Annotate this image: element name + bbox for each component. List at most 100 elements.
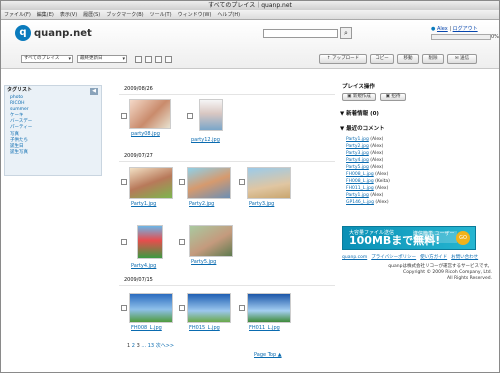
menu-edit[interactable]: 編集(E) [34, 10, 57, 20]
photo-filename[interactable]: party08.jpg [131, 131, 160, 138]
detail-view-icon[interactable] [145, 56, 152, 63]
collapse-icon[interactable]: ◀ [90, 88, 98, 95]
select-checkbox[interactable] [239, 305, 245, 311]
photo-thumbnail[interactable] [187, 293, 231, 323]
select-checkbox[interactable] [121, 305, 127, 311]
select-checkbox[interactable] [179, 239, 185, 245]
menu-view[interactable]: 表示(V) [57, 10, 80, 20]
comment-file-link[interactable]: FH008_L.jpg [346, 179, 374, 184]
delete-button[interactable]: 削除 [422, 54, 444, 64]
pagination: 1 2 3 ... 13 次へ>> [127, 343, 174, 350]
menu-tools[interactable]: ツール(T) [147, 10, 175, 20]
photo-filename[interactable]: FH015_L.jpg [189, 325, 220, 332]
photo-filename[interactable]: Party3.jpg [249, 201, 274, 208]
select-checkbox[interactable] [121, 239, 127, 245]
photo-thumbnail[interactable] [129, 293, 173, 323]
menu-file[interactable]: ファイル(F) [1, 10, 34, 20]
tag-link[interactable]: パーティー [10, 125, 32, 130]
comment-file-link[interactable]: Party1.jpg [346, 137, 369, 142]
large-view-icon[interactable] [165, 56, 172, 63]
list-view-icon[interactable] [135, 56, 142, 63]
comment-file-link[interactable]: FH008_L.jpg [346, 172, 374, 177]
tag-link[interactable]: photo [10, 95, 23, 100]
comment-file-link[interactable]: Party3.jpg [346, 151, 369, 156]
tag-link[interactable]: 誕生日 [10, 144, 24, 149]
footer-link[interactable]: quanp.com [342, 255, 367, 260]
recent-comments-title[interactable]: ▼ 最近のコメント [340, 125, 385, 133]
next-page-link[interactable]: 次へ>> [156, 343, 174, 349]
photo-thumbnail[interactable] [187, 167, 231, 199]
comment-file-link[interactable]: Party5.jpg [346, 165, 369, 170]
menu-bar: ファイル(F) 編集(E) 表示(V) 履歴(S) ブックマーク(B) ツール(T) ウィン… [1, 10, 499, 20]
copy-button[interactable]: コピー [370, 54, 394, 64]
user-link[interactable]: Alex [437, 26, 448, 32]
photo-thumbnail[interactable] [129, 99, 171, 129]
photo-filename[interactable]: Party5.jpg [191, 259, 216, 266]
comment-file-link[interactable]: Party1.jpg [346, 193, 369, 198]
photo-thumbnail[interactable] [247, 293, 291, 323]
upload-button[interactable]: ↑ アップロード [319, 54, 367, 64]
tag-link[interactable]: ケーキ [10, 113, 24, 118]
move-button[interactable]: 移動 [397, 54, 419, 64]
select-checkbox[interactable] [239, 179, 245, 185]
comment-file-link[interactable]: Party4.jpg [346, 158, 369, 163]
new-place-button[interactable]: ▣ 新規作成 [342, 93, 376, 101]
footer-link[interactable]: 使い方ガイド [420, 255, 447, 260]
comment-file-link[interactable]: FH011_L.jpg [346, 186, 374, 191]
page-top-link[interactable]: Page Top ▲ [254, 352, 282, 359]
comment-item: GP146_L.jpg (Alex) [346, 200, 389, 205]
photo-filename[interactable]: Party4.jpg [131, 263, 156, 270]
site-logo[interactable]: q quanp.net [15, 25, 92, 42]
photo-filename[interactable]: FH011_L.jpg [249, 325, 280, 332]
photo-thumbnail[interactable] [189, 225, 233, 257]
promo-banner[interactable]: 大容量ファイル送信 100MBまで無料! 送信簡単 ユーザー登録不要 GO [342, 226, 476, 250]
divider [119, 161, 335, 162]
photo-thumbnail[interactable] [137, 225, 163, 259]
recent-comments-list: Party1.jpg (Alex) Party2.jpg (Alex) Part… [346, 136, 390, 206]
footer-link[interactable]: プライバシーポリシー [371, 255, 416, 260]
current-page: 1 [127, 343, 131, 349]
tag-link[interactable]: RICOH [10, 101, 25, 106]
tag-link[interactable]: summer [10, 107, 29, 112]
photo-thumbnail[interactable] [199, 99, 223, 131]
search-button[interactable]: ⌕ [340, 27, 352, 39]
menu-window[interactable]: ウィンドウ(W) [175, 10, 215, 20]
page-link[interactable]: ... [141, 343, 146, 349]
logo-text: quanp.net [34, 28, 92, 39]
select-checkbox[interactable] [179, 179, 185, 185]
comment-file-link[interactable]: Party2.jpg [346, 144, 369, 149]
search-icon: ⌕ [344, 29, 348, 37]
tag-link[interactable]: 誕生写真 [10, 150, 28, 155]
search-input[interactable] [263, 29, 338, 38]
news-title[interactable]: ▼ 新着情報 (0) [340, 110, 379, 118]
comment-item: Party4.jpg (Alex) [346, 158, 384, 163]
page-link[interactable]: 13 [148, 343, 154, 349]
tag-link[interactable]: バースデー [10, 119, 32, 124]
select-checkbox[interactable] [187, 113, 193, 119]
select-checkbox[interactable] [179, 305, 185, 311]
tag-link[interactable]: 写真 [10, 132, 19, 137]
place-select[interactable]: すべてのプレイス [21, 55, 73, 63]
footer-link[interactable]: お問い合わせ [451, 255, 478, 260]
photo-thumbnail[interactable] [247, 167, 291, 199]
divider [119, 285, 335, 286]
logout-link[interactable]: ログアウト [453, 26, 478, 32]
menu-help[interactable]: ヘルプ(H) [214, 10, 243, 20]
right-panel: プレイス操作 ▣ 新規作成 ▣ 招待 ▼ 新着情報 (0) ▼ 最近のコメント … [338, 81, 498, 371]
photo-filename[interactable]: party12.jpg [191, 137, 220, 144]
photo-filename[interactable]: Party2.jpg [189, 201, 214, 208]
menu-history[interactable]: 履歴(S) [80, 10, 103, 20]
select-checkbox[interactable] [121, 113, 127, 119]
page-link[interactable]: 2 [132, 343, 135, 349]
grid-view-icon[interactable] [155, 56, 162, 63]
photo-filename[interactable]: Party1.jpg [131, 201, 156, 208]
photo-filename[interactable]: FH008_L.jpg [131, 325, 162, 332]
photo-thumbnail[interactable] [129, 167, 173, 199]
comment-file-link[interactable]: GP146_L.jpg [346, 200, 374, 205]
invite-button[interactable]: ▣ 招待 [380, 93, 406, 101]
tag-link[interactable]: 子供たち [10, 138, 28, 143]
select-checkbox[interactable] [121, 179, 127, 185]
send-button[interactable]: ✉ 送信 [447, 54, 477, 64]
menu-bookmarks[interactable]: ブックマーク(B) [103, 10, 146, 20]
sort-select[interactable]: 最終更新日 [77, 55, 127, 63]
